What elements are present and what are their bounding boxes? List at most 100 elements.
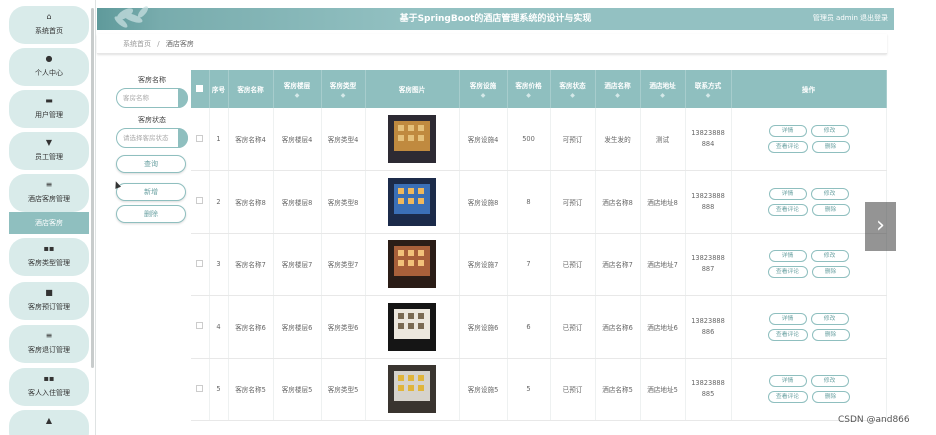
cell-facility: 客房设施4 bbox=[459, 108, 508, 171]
cell-actions: 详情 修改 查看评论 删除 bbox=[731, 295, 887, 359]
edit-button[interactable]: 修改 bbox=[810, 250, 849, 263]
column-header-label: 联系方式 bbox=[694, 81, 722, 90]
room-name-input[interactable]: 客房名称 bbox=[116, 88, 188, 108]
sidebar-item-cancellations[interactable]: ≡ 客房退订管理 bbox=[9, 325, 89, 363]
logout-link[interactable]: 退出登录 bbox=[860, 8, 888, 28]
table-row: 4 客房名称6 客房楼层6 客房类型6 客房设施6 6 已预订 酒店名称6 酒店地址6 1382… bbox=[191, 295, 887, 359]
column-header[interactable]: 客房价格 ◆ bbox=[507, 70, 551, 108]
delete-button[interactable]: 删除 bbox=[811, 391, 850, 404]
cell-phone: 13823888887 bbox=[685, 233, 732, 296]
cell-status: 已预订 bbox=[550, 358, 596, 421]
view-comments-button[interactable]: 查看评论 bbox=[767, 391, 808, 404]
detail-button[interactable]: 详情 bbox=[768, 312, 807, 325]
sidebar-item-label: 用户管理 bbox=[35, 111, 63, 119]
row-checkbox-cell[interactable] bbox=[191, 108, 210, 171]
grid-icon: ▪▪ bbox=[43, 244, 55, 253]
edit-button[interactable]: 修改 bbox=[810, 187, 849, 200]
delete-button[interactable]: 删除 bbox=[811, 203, 850, 216]
search-button[interactable]: 查询 bbox=[116, 155, 186, 173]
cell-image bbox=[365, 358, 460, 421]
column-header[interactable]: 客房楼层 ◆ bbox=[273, 70, 322, 108]
row-checkbox-cell[interactable] bbox=[191, 170, 210, 234]
column-header[interactable]: 酒店地址 ◆ bbox=[640, 70, 686, 108]
detail-button[interactable]: 详情 bbox=[768, 187, 807, 200]
select-knob bbox=[178, 128, 188, 148]
next-arrow-button[interactable]: › bbox=[865, 202, 896, 251]
row-checkbox-cell[interactable] bbox=[191, 233, 210, 296]
sort-icon[interactable]: ◆ bbox=[641, 92, 685, 99]
row-checkbox-cell[interactable] bbox=[191, 295, 210, 359]
breadcrumb-home[interactable]: 系统首页 bbox=[123, 40, 151, 48]
column-header: 客房图片 bbox=[365, 70, 460, 108]
detail-button[interactable]: 详情 bbox=[768, 250, 807, 263]
sidebar-item-checkins[interactable]: ▪▪ 客人入住管理 bbox=[9, 368, 89, 406]
column-header[interactable]: 酒店名称 ◆ bbox=[595, 70, 641, 108]
sidebar-item-more[interactable]: ▲ bbox=[9, 410, 89, 435]
edit-button[interactable]: 修改 bbox=[810, 375, 849, 388]
sort-icon[interactable]: ◆ bbox=[460, 92, 507, 99]
sort-icon[interactable]: ◆ bbox=[274, 92, 321, 99]
cell-hotel-name: 酒店名称7 bbox=[595, 233, 641, 296]
cell-floor: 客房楼层5 bbox=[273, 358, 322, 421]
sort-icon[interactable]: ◆ bbox=[596, 92, 640, 99]
breadcrumb-separator: / bbox=[157, 40, 160, 48]
delete-button[interactable]: 删除 bbox=[811, 328, 850, 341]
edit-button[interactable]: 修改 bbox=[810, 125, 849, 137]
view-comments-button[interactable]: 查看评论 bbox=[767, 328, 808, 341]
cell-no: 2 bbox=[209, 170, 229, 234]
sidebar-item-home[interactable]: ⌂ 系统首页 bbox=[9, 6, 89, 44]
cell-room-name: 客房名称8 bbox=[228, 170, 274, 234]
sidebar-scrollbar[interactable] bbox=[91, 8, 94, 368]
edit-button[interactable]: 修改 bbox=[810, 312, 849, 325]
room-status-select[interactable]: 请选择客房状态 bbox=[116, 128, 188, 148]
column-header[interactable]: 客房类型 ◆ bbox=[321, 70, 366, 108]
view-comments-button[interactable]: 查看评论 bbox=[767, 203, 808, 216]
menu-icon: ≡ bbox=[45, 331, 53, 340]
detail-button[interactable]: 详情 bbox=[768, 375, 807, 388]
cell-no: 3 bbox=[209, 233, 229, 296]
select-all-header[interactable] bbox=[191, 70, 210, 108]
sidebar-item-users[interactable]: ▬ 用户管理 bbox=[9, 90, 89, 128]
cell-phone: 13823888885 bbox=[685, 358, 732, 421]
row-checkbox[interactable] bbox=[196, 259, 204, 267]
row-checkbox[interactable] bbox=[196, 134, 204, 142]
sort-icon[interactable]: ◆ bbox=[686, 92, 731, 99]
cell-floor: 客房楼层7 bbox=[273, 233, 322, 296]
column-header[interactable]: 客房设施 ◆ bbox=[459, 70, 508, 108]
sidebar-item-room-types[interactable]: ▪▪ 客房类型管理 bbox=[9, 238, 89, 276]
select-all-checkbox[interactable] bbox=[196, 84, 204, 92]
row-checkbox[interactable] bbox=[196, 322, 204, 330]
sidebar-item-profile[interactable]: ● 个人中心 bbox=[9, 48, 89, 86]
sidebar-item-staff[interactable]: ▼ 员工管理 bbox=[9, 132, 89, 170]
trophy-icon: ▼ bbox=[45, 138, 53, 147]
column-header-label: 客房楼层 bbox=[283, 81, 311, 90]
sidebar-item-bookings[interactable]: ■ 客房预订管理 bbox=[9, 282, 89, 320]
tool-icon: ▲ bbox=[45, 416, 53, 425]
cell-no: 5 bbox=[209, 358, 229, 421]
sidebar-subitem-hotel-rooms[interactable]: 酒店客房 bbox=[9, 212, 89, 234]
column-header: 客房名称 bbox=[228, 70, 274, 108]
room-photo bbox=[388, 365, 436, 414]
sidebar-item-label: 员工管理 bbox=[35, 153, 63, 161]
detail-button[interactable]: 详情 bbox=[768, 125, 807, 137]
column-header-label: 酒店地址 bbox=[649, 81, 676, 90]
row-checkbox-cell[interactable] bbox=[191, 358, 210, 421]
room-photo bbox=[388, 115, 436, 163]
sort-icon[interactable]: ◆ bbox=[322, 92, 365, 99]
row-checkbox[interactable] bbox=[196, 384, 204, 392]
delete-button[interactable]: 删除 bbox=[811, 141, 850, 153]
batch-delete-button[interactable]: 删除 bbox=[116, 205, 186, 223]
column-header[interactable]: 客房状态 ◆ bbox=[550, 70, 596, 108]
row-checkbox[interactable] bbox=[196, 197, 204, 205]
sort-icon[interactable]: ◆ bbox=[551, 92, 595, 99]
delete-button[interactable]: 删除 bbox=[811, 266, 850, 279]
sidebar-item-rooms[interactable]: ≡ 酒店客房管理 bbox=[9, 174, 89, 212]
view-comments-button[interactable]: 查看评论 bbox=[767, 141, 808, 153]
add-button[interactable]: 新增 bbox=[116, 183, 186, 201]
column-header-label: 客房状态 bbox=[559, 81, 586, 90]
view-comments-button[interactable]: 查看评论 bbox=[767, 266, 808, 279]
sort-icon[interactable]: ◆ bbox=[508, 92, 550, 99]
user-icon: ● bbox=[45, 54, 53, 63]
column-header[interactable]: 联系方式 ◆ bbox=[685, 70, 732, 108]
cell-type: 客房类型4 bbox=[321, 108, 366, 171]
